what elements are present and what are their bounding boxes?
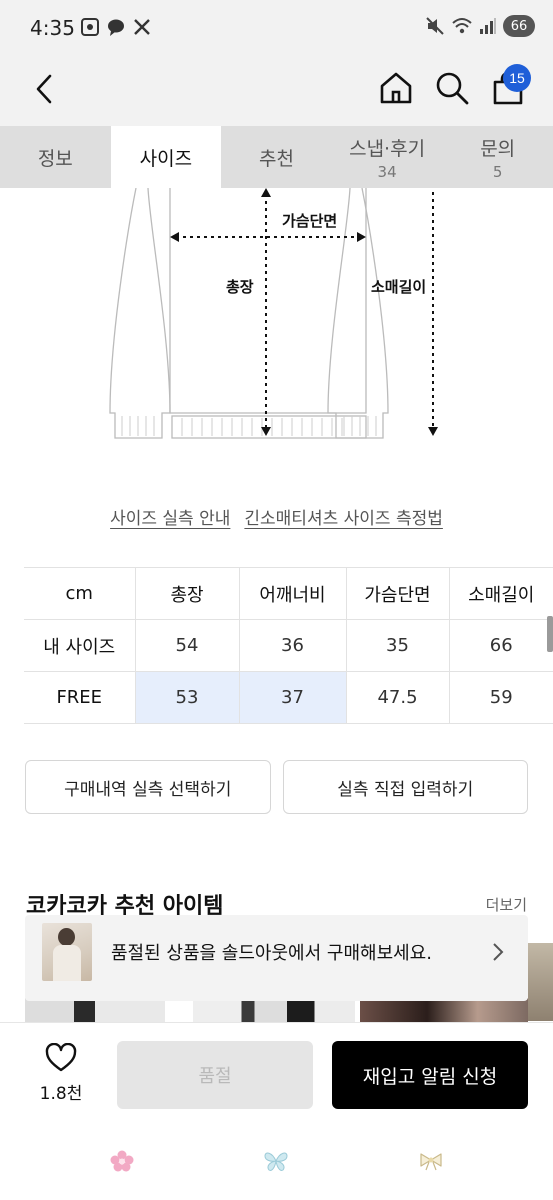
product-thumbnail xyxy=(42,923,92,981)
table-cell: 66 xyxy=(448,619,553,672)
mute-icon xyxy=(426,17,444,35)
diagram-label-length: 총장 xyxy=(226,278,254,296)
measure-method-link[interactable]: 긴소매티셔츠 사이즈 측정법 xyxy=(244,504,443,529)
table-cell: 54 xyxy=(134,619,239,672)
table-header: 어깨너비 xyxy=(238,567,346,620)
soldout-button: 품절 xyxy=(117,1041,313,1109)
row-label-my-size: 내 사이즈 xyxy=(24,619,135,672)
butterfly-icon[interactable] xyxy=(263,1150,289,1172)
signal-icon xyxy=(480,18,496,34)
manual-measure-button[interactable]: 실측 직접 입력하기 xyxy=(282,760,528,814)
tab-size[interactable]: 사이즈 xyxy=(110,126,222,188)
table-cell: 47.5 xyxy=(345,671,449,724)
tab-recommend[interactable]: 추천 xyxy=(221,126,332,188)
chat-icon xyxy=(108,19,124,36)
notification-icons xyxy=(80,17,152,37)
x-logo-icon xyxy=(134,19,150,35)
size-guide-links: 사이즈 실측 안내 긴소매티셔츠 사이즈 측정법 xyxy=(0,504,553,529)
table-cell: 36 xyxy=(238,619,346,672)
table-header: cm xyxy=(24,567,135,620)
diagram-label-chest: 가슴단면 xyxy=(282,212,338,230)
ribbon-icon[interactable] xyxy=(418,1150,444,1172)
table-header-row: cm 총장 어깨너비 가슴단면 소매길이 xyxy=(24,567,553,620)
like-count: 1.8천 xyxy=(39,1084,83,1104)
tab-inquiry[interactable]: 문의 5 xyxy=(442,126,553,188)
tab-inquiry-count: 5 xyxy=(492,162,503,181)
table-cell: 59 xyxy=(448,671,553,724)
home-icon[interactable] xyxy=(378,70,414,106)
recommend-item-thumb[interactable] xyxy=(360,998,528,1022)
purchase-bar: 1.8천 품절 재입고 알림 신청 xyxy=(0,1022,553,1132)
size-content: 가슴단면 총장 소매길이 사이즈 실측 안내 긴소매티셔츠 사이즈 측정법 cm… xyxy=(0,188,553,850)
flower-icon[interactable] xyxy=(109,1150,135,1172)
toast-message: 품절된 상품을 솔드아웃에서 구매해보세요. xyxy=(111,943,432,964)
tab-snap-review-label: 스냅·후기 xyxy=(349,137,426,160)
tab-snap-review[interactable]: 스냅·후기 34 xyxy=(332,126,443,188)
recommend-item-thumb[interactable] xyxy=(193,998,355,1022)
row-label-free: FREE xyxy=(24,671,135,724)
recommend-item-thumb[interactable] xyxy=(25,998,165,1022)
size-guide-link[interactable]: 사이즈 실측 안내 xyxy=(110,504,230,529)
table-cell: 35 xyxy=(345,619,449,672)
product-tabs: 정보 사이즈 추천 스냅·후기 34 문의 5 xyxy=(0,126,553,188)
cart-count-badge: 15 xyxy=(503,64,531,92)
restock-alert-button[interactable]: 재입고 알림 신청 xyxy=(332,1041,528,1109)
app-bar: 15 xyxy=(0,56,553,126)
battery-level: 66 xyxy=(510,18,528,34)
search-icon[interactable] xyxy=(434,70,470,106)
table-header: 총장 xyxy=(134,567,239,620)
size-table: cm 총장 어깨너비 가슴단면 소매길이 내 사이즈 54 36 35 66 F… xyxy=(24,567,553,724)
heart-icon xyxy=(45,1042,77,1072)
back-arrow-icon[interactable] xyxy=(30,72,60,106)
measure-buttons: 구매내역 실측 선택하기 실측 직접 입력하기 xyxy=(25,760,528,814)
table-cell-highlight: 37 xyxy=(238,671,346,724)
diagram-label-sleeve: 소매길이 xyxy=(371,278,427,296)
tab-size-label: 사이즈 xyxy=(139,147,193,170)
table-cell-highlight: 53 xyxy=(134,671,239,724)
screenshot-icon xyxy=(81,18,99,36)
bottom-nav xyxy=(0,1132,553,1200)
wifi-icon xyxy=(452,18,472,34)
tab-info-label: 정보 xyxy=(37,147,73,170)
table-row: FREE 53 37 47.5 59 xyxy=(24,671,553,724)
status-bar: 4:35 66 xyxy=(0,0,553,56)
like-button[interactable]: 1.8천 xyxy=(36,1042,86,1104)
tab-recommend-label: 추천 xyxy=(259,147,294,170)
tab-inquiry-label: 문의 xyxy=(480,137,516,160)
chevron-right-icon xyxy=(493,943,504,961)
status-time: 4:35 xyxy=(30,16,75,40)
size-diagram xyxy=(109,188,438,439)
system-icons: 66 xyxy=(425,15,535,37)
tab-info[interactable]: 정보 xyxy=(0,126,111,188)
table-header: 가슴단면 xyxy=(345,567,449,620)
recommend-more-link[interactable]: 더보기 xyxy=(486,894,527,915)
tab-snap-review-count: 34 xyxy=(377,162,397,181)
recommend-item-peek xyxy=(528,943,553,1021)
table-header: 소매길이 xyxy=(448,567,553,620)
purchase-history-measure-button[interactable]: 구매내역 실측 선택하기 xyxy=(25,760,271,814)
soldout-toast[interactable]: 품절된 상품을 솔드아웃에서 구매해보세요. xyxy=(25,915,528,1001)
table-scrollbar[interactable] xyxy=(547,616,553,652)
table-row: 내 사이즈 54 36 35 66 xyxy=(24,619,553,672)
battery-icon: 66 xyxy=(503,15,535,37)
